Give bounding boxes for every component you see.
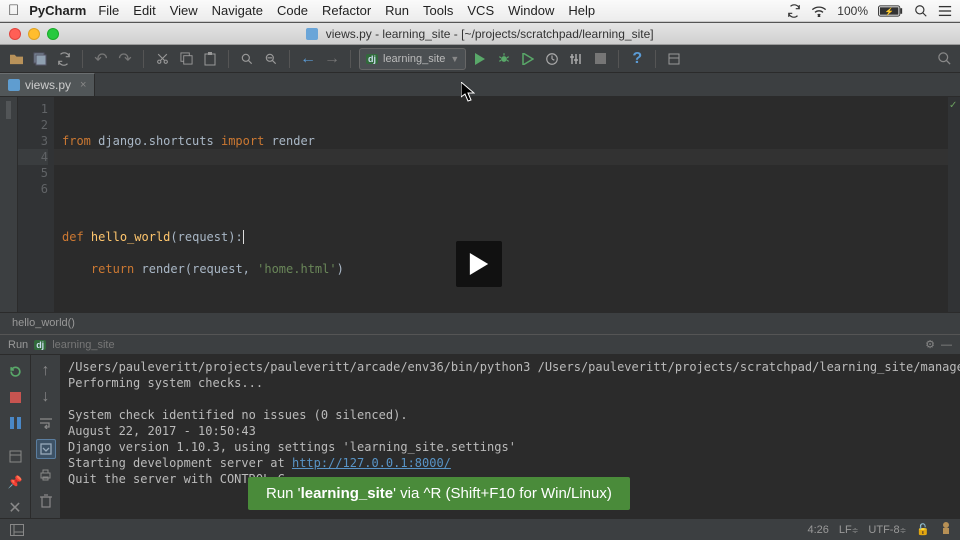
menu-icon[interactable] xyxy=(938,5,952,17)
close-tab-icon[interactable]: × xyxy=(80,79,86,91)
menu-refactor[interactable]: Refactor xyxy=(322,3,371,18)
line-ending[interactable]: LF≑ xyxy=(839,524,859,536)
django-icon: dj xyxy=(34,340,46,350)
minimize-icon[interactable]: — xyxy=(941,339,952,351)
run-icon[interactable] xyxy=(470,49,490,69)
soft-wrap-icon[interactable] xyxy=(36,413,56,433)
clear-icon[interactable] xyxy=(36,491,56,511)
editor-tab-views[interactable]: views.py × xyxy=(0,73,95,96)
run-toolbar-left: 📌 ✕ xyxy=(0,355,30,518)
run-coverage-icon[interactable] xyxy=(518,49,538,69)
window-titlebar: views.py - learning_site - [~/projects/s… xyxy=(0,23,960,45)
check-icon: ✓ xyxy=(949,100,957,111)
stop-icon[interactable] xyxy=(590,49,610,69)
replace-icon[interactable] xyxy=(261,49,281,69)
close-icon[interactable]: ✕ xyxy=(5,498,25,518)
menu-view[interactable]: View xyxy=(170,3,198,18)
pin-icon[interactable]: 📌 xyxy=(5,472,25,492)
search-everywhere-icon[interactable] xyxy=(934,49,954,69)
run-toolbar-left2: ↑ ↓ xyxy=(30,355,60,518)
rerun-icon[interactable] xyxy=(5,361,25,381)
django-icon: dj xyxy=(366,54,378,64)
menu-file[interactable]: File xyxy=(98,3,119,18)
menu-edit[interactable]: Edit xyxy=(133,3,155,18)
file-icon xyxy=(306,28,318,40)
menu-vcs[interactable]: VCS xyxy=(467,3,494,18)
forward-icon[interactable]: → xyxy=(322,49,342,69)
back-icon[interactable]: ← xyxy=(298,49,318,69)
print-icon[interactable] xyxy=(36,465,56,485)
app-name[interactable]: PyCharm xyxy=(29,3,86,18)
line-numbers[interactable]: 1 2 3 4 5 6 xyxy=(18,97,54,312)
toggle-tool-windows-icon[interactable] xyxy=(8,523,26,537)
redo-icon[interactable]: ↷ xyxy=(115,49,135,69)
tw-tab-label: Run xyxy=(8,339,28,351)
menu-help[interactable]: Help xyxy=(568,3,595,18)
window-title: views.py - learning_site - [~/projects/s… xyxy=(0,27,960,41)
concurrency-icon[interactable] xyxy=(566,49,586,69)
undo-icon[interactable]: ↶ xyxy=(91,49,111,69)
lock-icon[interactable]: 🔓 xyxy=(916,523,930,536)
mac-menubar:  PyCharm File Edit View Navigate Code R… xyxy=(0,0,960,22)
encoding[interactable]: UTF-8≑ xyxy=(868,524,906,536)
run-config-selector[interactable]: dj learning_site ▼ xyxy=(359,48,466,70)
svg-text:⚡: ⚡ xyxy=(885,6,894,15)
error-stripe[interactable]: ✓ xyxy=(948,97,960,312)
ide-window: views.py - learning_site - [~/projects/s… xyxy=(0,22,960,540)
pause-icon[interactable] xyxy=(5,413,25,433)
layout-icon[interactable] xyxy=(5,446,25,466)
left-gutter[interactable] xyxy=(0,97,18,312)
server-link[interactable]: http://127.0.0.1:8000/ xyxy=(292,456,451,470)
python-file-icon xyxy=(8,79,20,91)
editor-tabs: views.py × xyxy=(0,73,960,97)
save-all-icon[interactable] xyxy=(30,49,50,69)
debug-icon[interactable] xyxy=(494,49,514,69)
menu-window[interactable]: Window xyxy=(508,3,554,18)
sync-icon[interactable] xyxy=(787,4,801,18)
run-config-label: learning_site xyxy=(383,53,445,65)
menu-code[interactable]: Code xyxy=(277,3,308,18)
menu-run[interactable]: Run xyxy=(385,3,409,18)
tab-label: views.py xyxy=(25,78,71,92)
open-icon[interactable] xyxy=(6,49,26,69)
find-icon[interactable] xyxy=(237,49,257,69)
caret-position[interactable]: 4:26 xyxy=(807,524,828,536)
cut-icon[interactable] xyxy=(152,49,172,69)
main-toolbar: ↶ ↷ ← → dj learning_site ▼ ? xyxy=(0,45,960,73)
down-icon[interactable]: ↓ xyxy=(36,387,56,407)
minimize-window-icon[interactable] xyxy=(28,28,40,40)
battery-label: 100% xyxy=(837,4,868,18)
profile-icon[interactable] xyxy=(542,49,562,69)
apple-icon[interactable]:  xyxy=(8,2,19,19)
chevron-down-icon: ▼ xyxy=(450,54,459,64)
menu-tools[interactable]: Tools xyxy=(423,3,453,18)
video-play-button[interactable] xyxy=(456,241,502,287)
sync-icon[interactable] xyxy=(54,49,74,69)
paste-icon[interactable] xyxy=(200,49,220,69)
close-window-icon[interactable] xyxy=(9,28,21,40)
battery-icon[interactable]: ⚡ xyxy=(878,5,904,17)
up-icon[interactable]: ↑ xyxy=(36,361,56,381)
wifi-icon[interactable] xyxy=(811,5,827,17)
hector-icon[interactable] xyxy=(940,521,952,538)
menu-navigate[interactable]: Navigate xyxy=(212,3,263,18)
help-icon[interactable]: ? xyxy=(627,49,647,69)
status-bar: 4:26 LF≑ UTF-8≑ 🔓 xyxy=(0,518,960,540)
hint-banner: Run 'learning_site' via ^R (Shift+F10 fo… xyxy=(248,477,630,510)
scroll-to-end-icon[interactable] xyxy=(36,439,56,459)
spotlight-icon[interactable] xyxy=(914,4,928,18)
zoom-window-icon[interactable] xyxy=(47,28,59,40)
stop-icon[interactable] xyxy=(5,387,25,407)
copy-icon[interactable] xyxy=(176,49,196,69)
manage-tasks-icon[interactable] xyxy=(664,49,684,69)
